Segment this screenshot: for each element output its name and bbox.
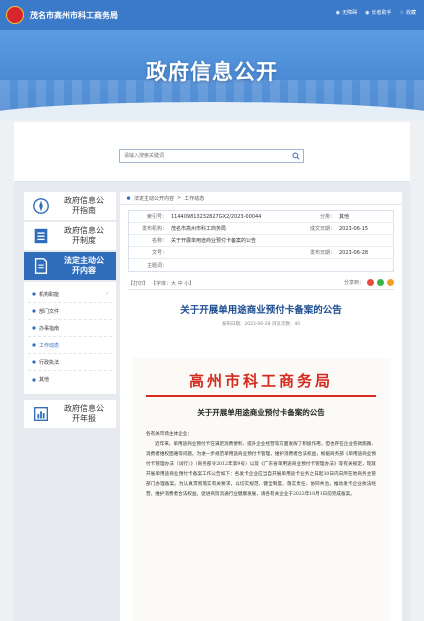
info-row: 主题词：: [146, 262, 167, 269]
breadcrumb: 法定主动公开内容 > 工作动态: [120, 192, 402, 205]
document-body: 各有关市场主体企业： 近年来，单用途商业预付卡在满足消费便利、提升企业经营等方面…: [146, 430, 376, 500]
sidebar-item-law-enforcement[interactable]: 行政执法: [28, 354, 112, 371]
bullet-icon: [32, 326, 36, 330]
banner-title: 政府信息公开: [146, 60, 278, 84]
article-meta: 发布日期：2023-06-28 浏览次数：40: [221, 322, 301, 327]
share-label: 分享到：: [343, 280, 364, 286]
bullet-icon: [32, 292, 36, 296]
content-panel: 法定主动公开内容 > 工作动态 索引号： 114409813232827GX2/…: [120, 192, 402, 621]
article-title: 关于开展单用途商业预付卡备案的公告: [180, 305, 342, 316]
info-row: 文号： 发布日期： 2023-06-28: [129, 247, 393, 259]
accessibility-icon: ◉: [335, 9, 341, 16]
info-row: 发布机构： 茂名市高州市科工商务局 成文日期： 2023-06-15: [129, 223, 393, 235]
main-frame: 政府信息公开指南 政府信息公开制度 法定主动公开内容 机构职能 › 部门文件: [14, 122, 410, 621]
star-icon: ☆: [399, 9, 404, 16]
index-number: 114409813232827GX2/2023-00044: [171, 213, 262, 220]
document-red-line: [146, 395, 376, 397]
sidebar-sub-list: 机构职能 › 部门文件 办事指南 工作动态 行政执法 其他: [24, 282, 116, 394]
document-org-header: 高州市科工商务局: [188, 372, 333, 390]
document-image: 高州市科工商务局 关于开展单用途商业预付卡备案的公告 各有关市场主体企业： 近年…: [132, 358, 390, 621]
search-input[interactable]: [120, 150, 289, 162]
font-size-control[interactable]: 【字体：大 中 小】: [151, 280, 194, 287]
article-toolbar: 【打印】 【字体：大 中 小】 分享到：: [128, 278, 394, 290]
category-value: 其他: [339, 214, 350, 220]
sidebar-card-label: 政府信息公开年报: [64, 404, 104, 423]
sidebar-card-label: 法定主动公开内容: [64, 256, 104, 275]
document-title: 关于开展单用途商业预付卡备案的公告: [197, 407, 325, 417]
top-bar: 茂名市高州市科工商务局 ◉ 无障碍 ◉ 长者助手 ☆ 收藏: [0, 0, 424, 30]
sidebar-card-label: 政府信息公开制度: [64, 226, 104, 245]
sidebar-item-work-news[interactable]: 工作动态: [28, 337, 112, 354]
search-box: [119, 149, 304, 163]
bullet-icon: [32, 377, 36, 382]
sidebar: 政府信息公开指南 政府信息公开制度 法定主动公开内容 机构职能 › 部门文件 办…: [24, 192, 116, 430]
compass-icon: [30, 195, 52, 217]
sidebar-card-disclosure-system[interactable]: 政府信息公开制度: [24, 222, 116, 250]
sidebar-item-documents[interactable]: 部门文件: [28, 303, 112, 320]
document-icon: [30, 255, 52, 277]
sidebar-card-disclosure-guide[interactable]: 政府信息公开指南: [24, 192, 116, 220]
national-emblem-icon: [6, 6, 24, 24]
location-icon: [126, 195, 131, 200]
document-paragraph: 近年来，单用途商业预付卡在满足消费便利、提升企业经营等方面发挥了积极作用，但也存…: [146, 441, 376, 497]
chart-report-icon: [30, 403, 52, 425]
sidebar-item-functions[interactable]: 机构职能 ›: [28, 286, 112, 303]
document-name: 关于开展单用途商业预付卡备案的公告: [171, 238, 257, 244]
banner-wave-decoration: [0, 102, 424, 120]
document-list-icon: [30, 225, 52, 247]
favorite-link[interactable]: ☆ 收藏: [399, 9, 417, 17]
top-links: ◉ 无障碍 ◉ 长者助手 ☆ 收藏: [335, 9, 417, 17]
share-bar: 分享到：: [344, 279, 394, 286]
elder-assist-link[interactable]: ◉ 长者助手: [365, 9, 391, 17]
banner: 政府信息公开: [0, 30, 424, 120]
sidebar-card-annual-report[interactable]: 政府信息公开年报: [24, 400, 116, 428]
sidebar-card-statutory-disclosure[interactable]: 法定主动公开内容: [24, 252, 116, 280]
publish-date: 2023-06-28: [339, 249, 369, 256]
site-name[interactable]: 茂名市高州市科工商务局: [30, 10, 118, 21]
sidebar-item-other[interactable]: 其他: [28, 371, 112, 388]
info-table: 索引号： 114409813232827GX2/2023-00044 分类： 其…: [128, 210, 394, 272]
written-date: 2023-06-15: [339, 225, 369, 232]
breadcrumb-item[interactable]: 工作动态: [184, 195, 204, 202]
bullet-icon: [32, 343, 36, 347]
breadcrumb-separator: >: [177, 195, 182, 201]
search-section: [14, 122, 410, 182]
print-button[interactable]: 【打印】: [128, 280, 148, 287]
search-button[interactable]: [289, 150, 303, 162]
info-row: 索引号： 114409813232827GX2/2023-00044 分类： 其…: [129, 211, 393, 223]
info-row: 名称： 关于开展单用途商业预付卡备案的公告: [129, 235, 393, 247]
accessibility-link[interactable]: ◉ 无障碍: [335, 9, 357, 17]
bullet-icon: [32, 360, 36, 364]
wechat-icon[interactable]: [377, 279, 384, 286]
weibo-icon[interactable]: [367, 279, 374, 286]
qzone-icon[interactable]: [387, 279, 394, 286]
sidebar-item-service-guide[interactable]: 办事指南: [28, 320, 112, 337]
search-icon: [292, 152, 300, 160]
elder-icon: ◉: [365, 9, 370, 16]
issuer-value: 茂名市高州市科工商务局: [171, 226, 227, 232]
document-salutation: 各有关市场主体企业：: [146, 431, 192, 437]
sidebar-card-label: 政府信息公开指南: [64, 196, 104, 215]
breadcrumb-item[interactable]: 法定主动公开内容: [134, 195, 174, 202]
bullet-icon: [32, 309, 36, 313]
chevron-right-icon: ›: [106, 291, 108, 297]
